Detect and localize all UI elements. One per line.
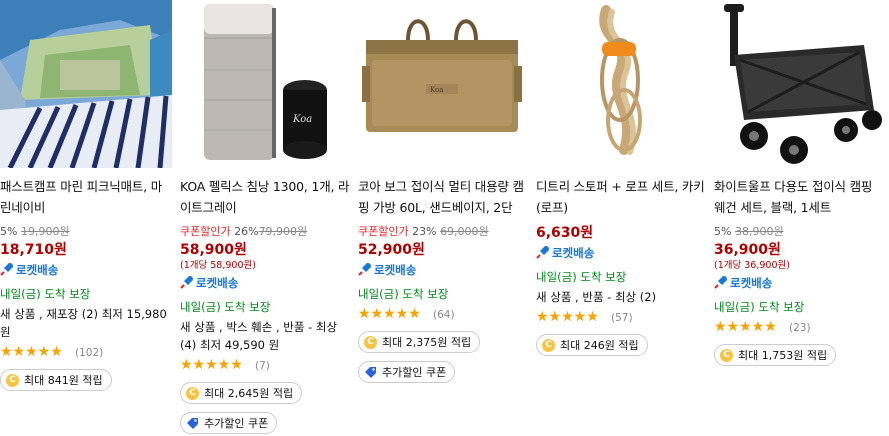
coupon-tag-icon xyxy=(365,366,376,378)
delivery-info: 내일(금) 도착 보장 xyxy=(180,300,271,314)
reward-badge: C 최대 246원 적립 xyxy=(536,334,648,356)
sale-price: 18,710원 xyxy=(0,242,67,258)
rating: ★★★★★ ★★★★★ (23) xyxy=(714,319,886,336)
coin-icon: C xyxy=(6,373,19,387)
product-card[interactable]: 디트리 스토퍼 + 로프 세트, 카키(로프) 6,630원 로켓배송 내일(금… xyxy=(536,0,708,356)
coupon-price-label: 쿠폰할인가 xyxy=(358,225,409,238)
product-name[interactable]: 패스트캠프 마린 피크닉매트, 마린네이비 xyxy=(0,176,172,218)
review-count: (57) xyxy=(611,312,633,324)
reward-badge: C 최대 1,753원 적립 xyxy=(714,344,837,366)
price-info: 쿠폰할인가 23% 69,000원 xyxy=(358,224,530,239)
product-name[interactable]: KOA 펠릭스 침낭 1300, 1개, 라이트그레이 xyxy=(180,176,352,218)
unit-price: (1개당 36,900원) xyxy=(714,260,790,271)
sleeping-bag-photo[interactable]: Koa xyxy=(180,0,352,168)
sale-price: 6,630원 xyxy=(536,225,594,241)
review-count: (23) xyxy=(789,322,811,334)
price-info: 5% 19,900원 xyxy=(0,224,172,239)
camping-bag-photo[interactable]: Koa xyxy=(358,0,530,168)
rocket-delivery-badge: 로켓배송 xyxy=(536,244,708,262)
original-price: 19,900원 xyxy=(20,225,70,238)
rocket-delivery-badge: 로켓배송 xyxy=(358,261,530,279)
product-grid: 패스트캠프 마린 피크닉매트, 마린네이비 5% 19,900원 18,710원… xyxy=(0,0,889,436)
product-name[interactable]: 코아 보그 접이식 멀티 대용량 캠핑 가방 60L, 샌드베이지, 2단 xyxy=(358,176,530,218)
reward-badge: C 최대 2,645원 적립 xyxy=(180,382,303,404)
rating: ★★★★★ ★★★★★ (7) xyxy=(180,357,352,374)
coin-icon: C xyxy=(364,335,377,349)
rocket-delivery-badge: 로켓배송 xyxy=(180,274,352,292)
product-card[interactable]: 패스트캠프 마린 피크닉매트, 마린네이비 5% 19,900원 18,710원… xyxy=(0,0,172,391)
svg-text:Koa: Koa xyxy=(292,114,312,125)
rating: ★★★★★ ★★★★★ (64) xyxy=(358,306,530,323)
rocket-delivery-badge: 로켓배송 xyxy=(714,274,886,292)
rocket-icon xyxy=(714,276,727,289)
star-icon: ★★★★★ ★★★★★ xyxy=(0,344,63,360)
product-card[interactable]: 화이트울프 다용도 접이식 캠핑 웨건 세트, 블랙, 1세트 5% 38,90… xyxy=(714,0,886,366)
review-count: (7) xyxy=(255,360,270,372)
price-info: 5% 38,900원 xyxy=(714,224,886,239)
review-count: (64) xyxy=(433,309,455,321)
rocket-delivery-badge: 로켓배송 xyxy=(0,261,172,279)
delivery-info: 내일(금) 도착 보장 xyxy=(0,287,91,301)
other-sellers[interactable]: 새 상품 , 박스 훼손 , 반품 - 최상 (4) 최저 49,590 원 xyxy=(180,318,352,354)
coin-icon: C xyxy=(720,348,733,362)
reward-badge: C 최대 841원 적립 xyxy=(0,369,112,391)
rocket-icon xyxy=(536,246,549,259)
star-icon: ★★★★★ ★★★★★ xyxy=(536,309,599,325)
rating: ★★★★★ ★★★★★ (57) xyxy=(536,309,708,326)
coupon-tag-icon xyxy=(187,417,198,429)
sale-price: 36,900원 xyxy=(714,242,781,258)
original-price: 69,000원 xyxy=(440,225,489,238)
unit-price: (1개당 58,900원) xyxy=(180,260,256,271)
delivery-info: 내일(금) 도착 보장 xyxy=(714,300,805,314)
coupon-badge[interactable]: 추가할인 쿠폰 xyxy=(180,412,278,434)
coupon-price-label: 쿠폰할인가 xyxy=(180,225,231,238)
rocket-icon xyxy=(180,276,193,289)
original-price: 79,900원 xyxy=(258,225,308,238)
svg-text:Koa: Koa xyxy=(430,86,443,94)
delivery-info: 내일(금) 도착 보장 xyxy=(358,287,449,301)
original-price: 38,900원 xyxy=(734,225,784,238)
price-info: 쿠폰할인가 26%79,900원 xyxy=(180,224,352,239)
product-card[interactable]: Koa KOA 펠릭스 침낭 1300, 1개, 라이트그레이 쿠폰할인가 26… xyxy=(180,0,352,434)
discount-rate: 5% xyxy=(0,225,18,238)
other-sellers[interactable]: 새 상품 , 재포장 (2) 최저 15,980 원 xyxy=(0,305,172,341)
product-name[interactable]: 화이트울프 다용도 접이식 캠핑 웨건 세트, 블랙, 1세트 xyxy=(714,176,886,218)
product-card[interactable]: Koa 코아 보그 접이식 멀티 대용량 캠핑 가방 60L, 샌드베이지, 2… xyxy=(358,0,530,383)
wagon-photo[interactable] xyxy=(714,0,886,168)
product-name[interactable]: 디트리 스토퍼 + 로프 세트, 카키(로프) xyxy=(536,176,708,218)
reward-badge: C 최대 2,375원 적립 xyxy=(358,331,481,353)
coin-icon: C xyxy=(542,338,555,352)
star-icon: ★★★★★ ★★★★★ xyxy=(714,319,777,335)
rocket-icon xyxy=(358,263,371,276)
coin-icon: C xyxy=(186,386,199,400)
rating: ★★★★★ ★★★★★ (102) xyxy=(0,344,172,361)
other-sellers[interactable]: 새 상품 , 반품 - 최상 (2) xyxy=(536,288,708,306)
delivery-info: 내일(금) 도착 보장 xyxy=(536,270,627,284)
review-count: (102) xyxy=(75,347,104,359)
sale-price: 52,900원 xyxy=(358,242,425,258)
discount-rate: 5% xyxy=(714,225,732,238)
sale-price: 58,900원 xyxy=(180,242,247,258)
rocket-icon xyxy=(0,263,13,276)
tent-photo[interactable] xyxy=(0,0,172,168)
star-icon: ★★★★★ ★★★★★ xyxy=(358,306,421,322)
discount-rate: 23% xyxy=(412,225,437,238)
discount-rate: 26% xyxy=(234,225,259,238)
coupon-badge[interactable]: 추가할인 쿠폰 xyxy=(358,361,456,383)
star-icon: ★★★★★ ★★★★★ xyxy=(180,357,243,373)
rope-photo[interactable] xyxy=(536,0,708,168)
